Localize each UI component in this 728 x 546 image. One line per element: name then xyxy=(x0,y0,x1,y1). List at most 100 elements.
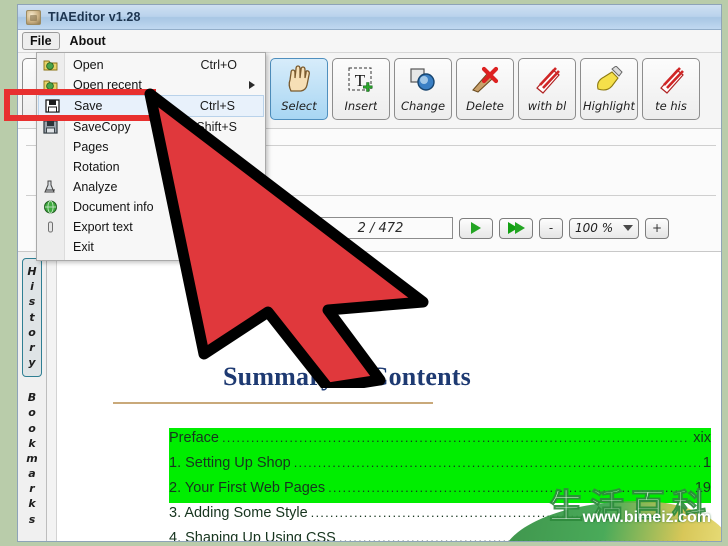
menu-item-save[interactable]: Save Ctrl+S xyxy=(38,95,264,117)
toolbar-button-delete-highlight[interactable]: te his xyxy=(642,58,700,120)
vtab-char: o xyxy=(28,325,36,339)
workspace: History Bookmarks Summary of Contents Pr… xyxy=(18,251,721,541)
next-page-icon xyxy=(471,222,481,234)
vtab-char: r xyxy=(29,482,35,496)
sidebar-tab-history[interactable]: History xyxy=(22,258,42,378)
prev-page-button[interactable] xyxy=(268,217,302,239)
toc-page: 19 xyxy=(694,480,711,496)
export-text-icon xyxy=(42,219,59,235)
menu-item-label: Save xyxy=(74,99,103,113)
toc-title: 2. Your First Web Pages xyxy=(169,480,326,496)
vtab-char: k xyxy=(28,497,36,511)
window-title: TIAEditor v1.28 xyxy=(48,10,141,24)
menu-item-rotation[interactable]: Rotation xyxy=(37,157,265,177)
title-bar: TIAEditor v1.28 xyxy=(18,5,721,30)
menu-item-pages[interactable]: Pages xyxy=(37,137,265,157)
menu-item-exit[interactable]: Exit xyxy=(37,237,265,257)
toc-leader: ........................................… xyxy=(328,480,692,495)
vtab-char: o xyxy=(28,406,36,420)
toc-entry: 2. Your First Web Pages ................… xyxy=(169,478,711,503)
analyze-icon xyxy=(42,179,59,195)
zoom-out-button[interactable]: - xyxy=(539,217,563,239)
save-copy-icon xyxy=(42,119,59,135)
zoom-level-select[interactable]: 100 % xyxy=(569,217,639,239)
menu-item-open-recent[interactable]: Open recent xyxy=(37,75,265,95)
menu-about[interactable]: About xyxy=(62,32,114,50)
application-window: TIAEditor v1.28 File About ⚙ ons View xyxy=(17,4,722,542)
prev-page-icon xyxy=(280,222,290,234)
toc-leader: ........................................… xyxy=(293,455,700,470)
toc-leader: ........................................… xyxy=(310,505,708,520)
toc-leader: ........................................… xyxy=(221,430,691,445)
toc-entry: 3. Adding Some Style ...................… xyxy=(169,503,711,528)
menu-item-label: Open recent xyxy=(73,78,142,92)
toolbar-button-highlight[interactable]: Highlight xyxy=(580,58,638,120)
menu-item-accel: Ctrl+I xyxy=(206,200,237,214)
next-page-button[interactable] xyxy=(459,217,493,239)
highlighter-icon xyxy=(590,63,628,97)
menu-item-accel: Ctrl+A xyxy=(201,180,237,194)
vtab-char: s xyxy=(28,295,36,309)
vtab-char: B xyxy=(27,391,37,405)
file-menu-dropdown: Open Ctrl+O Open recent Save Ctrl+S Save… xyxy=(36,52,266,261)
toolbar-label: te his xyxy=(655,99,687,113)
vtab-char: k xyxy=(28,436,36,450)
last-page-button[interactable] xyxy=(499,217,533,239)
open-recent-icon xyxy=(42,77,59,93)
vtab-char: s xyxy=(28,512,36,526)
menu-item-label: SaveCopy xyxy=(73,120,131,134)
document-view[interactable]: Summary of Contents Preface ............… xyxy=(57,252,721,541)
menu-item-savecopy[interactable]: SaveCopy Ctrl+Shift+S xyxy=(37,117,265,137)
zoom-level-value: 100 % xyxy=(575,221,614,235)
toolbar-button-delete-with-blank[interactable]: with bl xyxy=(518,58,576,120)
toolbar-label: with bl xyxy=(527,99,567,113)
vtab-char: i xyxy=(30,280,34,294)
menu-item-accel: Ctrl+S xyxy=(199,99,235,113)
menu-item-label: Export text xyxy=(73,220,133,234)
toolbar-label: Delete xyxy=(466,99,504,113)
toolbar-button-change[interactable]: Change xyxy=(394,58,452,120)
vtab-char: H xyxy=(27,265,37,278)
menu-item-document-info[interactable]: Document info Ctrl+I xyxy=(37,197,265,217)
menu-file[interactable]: File xyxy=(22,32,60,50)
menu-item-analyze[interactable]: Analyze Ctrl+A xyxy=(37,177,265,197)
vtab-char: t xyxy=(29,310,35,324)
toc-page: 1 xyxy=(702,455,711,471)
toolbar-label: Change xyxy=(400,99,446,113)
zoom-in-button[interactable]: + xyxy=(645,217,669,239)
toolbar-label: Highlight xyxy=(583,99,635,113)
toc-title: 3. Adding Some Style xyxy=(169,505,308,521)
toolbar-button-select[interactable]: Select xyxy=(270,58,328,120)
vtab-char: m xyxy=(26,451,38,465)
menu-item-label: Analyze xyxy=(73,180,118,194)
page-frame-left xyxy=(0,0,17,546)
info-globe-icon xyxy=(42,199,59,215)
page-number-field[interactable]: 2 / 472 xyxy=(308,217,453,239)
delete-highlight-icon xyxy=(652,63,690,97)
page-frame-top xyxy=(0,0,728,4)
toc-title: Preface xyxy=(169,430,219,446)
toolbar-label: Insert xyxy=(344,99,378,113)
toolbar-button-insert[interactable]: T Insert xyxy=(332,58,390,120)
chevron-down-icon xyxy=(623,225,633,231)
menu-item-accel: Ctrl+O xyxy=(200,58,237,72)
submenu-arrow-icon xyxy=(249,81,255,89)
page-title: Summary of Contents xyxy=(223,362,471,391)
vtab-char: o xyxy=(28,421,36,435)
toc-page: xix xyxy=(693,430,711,446)
menu-item-label: Rotation xyxy=(73,160,120,174)
menu-item-label: Document info xyxy=(73,200,154,214)
eraser-icon xyxy=(528,63,566,97)
app-icon xyxy=(26,9,41,25)
vtab-char: r xyxy=(29,340,35,354)
toc-title: 1. Setting Up Shop xyxy=(169,455,291,471)
toolbar-label: Select xyxy=(281,99,317,113)
menu-item-open[interactable]: Open Ctrl+O xyxy=(37,55,265,75)
menu-item-export-text[interactable]: Export text Ctrl+E xyxy=(37,217,265,237)
screenshot-root: TIAEditor v1.28 File About ⚙ ons View xyxy=(0,0,728,546)
panel-divider[interactable] xyxy=(47,252,57,541)
document-page: Summary of Contents Preface ............… xyxy=(105,252,721,541)
toolbar-button-delete[interactable]: Delete xyxy=(456,58,514,120)
sidebar-tab-bookmarks[interactable]: Bookmarks xyxy=(22,385,42,533)
toc-leader: ........................................… xyxy=(338,530,708,541)
